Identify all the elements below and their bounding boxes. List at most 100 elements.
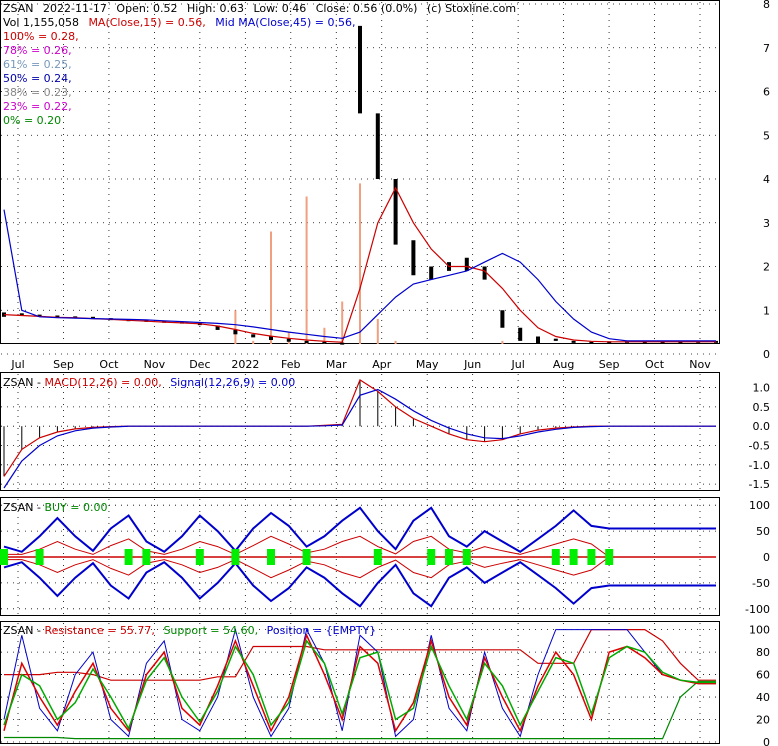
buy-marker: [142, 549, 151, 565]
position-tick-label: 100: [749, 624, 770, 637]
buy-marker: [373, 549, 382, 565]
resistance-label: Resistance = 55.77,: [44, 624, 154, 637]
month-tick-label: Jul: [10, 358, 24, 371]
month-tick-label: Oct: [99, 358, 119, 371]
buy-marker: [605, 549, 614, 565]
price-candle: [589, 341, 594, 344]
macd-tick-label: -0.5: [749, 440, 770, 453]
buy-ticker: ZSAN -: [3, 501, 44, 514]
fib-label: 61% = 0.25,: [3, 58, 72, 71]
price-tick-label: 4: [763, 173, 770, 186]
month-tick-label: Nov: [689, 358, 711, 371]
price-candle: [518, 327, 523, 341]
position-marks: [3, 627, 716, 740]
header-open: Open: 0.52: [116, 2, 177, 15]
position-panel-frame: [0, 621, 720, 744]
volume-bar: [305, 196, 308, 344]
price-candle: [571, 340, 576, 343]
price-candle: [500, 310, 505, 328]
buy-marker: [569, 549, 578, 565]
price-tick-label: 7: [763, 42, 770, 55]
price-tick-label: 8: [763, 0, 770, 11]
volume-bar: [270, 231, 272, 344]
price-tick-label: 1: [763, 304, 770, 317]
header-date: 2022-11-17: [43, 2, 107, 15]
macd-tick-label: -1.5: [749, 478, 770, 491]
buy-tick-label: 0: [763, 551, 770, 564]
volume-bar: [359, 183, 361, 344]
buy-marks: [0, 506, 716, 608]
position-tick-label: 60: [756, 669, 770, 682]
stock-chart: Jul Sep Oct Nov Dec 2022 Feb Mar Apr May Jun Jul Aug…: [0, 0, 771, 746]
price-candle: [375, 113, 380, 179]
header-volume: Vol 1,155,058: [3, 16, 79, 29]
position-tick-label: 40: [756, 691, 770, 704]
price-candle: [358, 25, 362, 114]
volume-bar: [234, 310, 237, 344]
price-candle: [411, 240, 416, 276]
month-tick-label: Feb: [281, 358, 300, 371]
macd-tick-label: 0.5: [753, 401, 771, 414]
fib-label: 78% = 0.26,: [3, 44, 72, 57]
header-low: Low: 0.46: [253, 2, 306, 15]
position-tick-label: 80: [756, 646, 770, 659]
price-candle: [251, 334, 256, 338]
buy-marker: [124, 549, 133, 565]
fib-labels: 100% = 0.28,78% = 0.26,61% = 0.25,50% = …: [3, 30, 79, 127]
price-tick-label: 0: [763, 348, 770, 361]
buy-marker: [231, 549, 240, 565]
header-ma-mid: Mid MA(Close,45) = 0.56,: [215, 16, 355, 29]
buy-tick-label: 100: [749, 499, 770, 512]
position-ticker: ZSAN -: [3, 624, 44, 637]
buy-marker: [35, 549, 44, 565]
volume-bars: [234, 183, 504, 344]
buy-marker: [445, 549, 453, 565]
price-header-line2: Vol 1,155,058 MA(Close,15) = 0.56, Mid M…: [3, 16, 356, 29]
month-tick-label: 2022: [231, 358, 259, 371]
fib-label: 23% = 0.22,: [3, 100, 72, 113]
price-candle: [553, 338, 558, 341]
price-candle: [233, 329, 238, 335]
support-label: Support = 54.60,: [163, 624, 258, 637]
header-close: Close: 0.56 (0.0%): [316, 2, 418, 15]
header-ticker: ZSAN: [3, 2, 33, 15]
buy-marker: [302, 549, 311, 565]
buy-label: BUY = 0.00: [44, 501, 107, 514]
buy-marker: [462, 549, 471, 565]
month-tick-label: Aug: [553, 358, 574, 371]
position-label: Position = {EMPTY}: [267, 624, 377, 637]
price-tick-label: 6: [763, 86, 770, 99]
month-tick-label: Jul: [510, 358, 524, 371]
price-candle: [269, 336, 273, 340]
macd-marks: [3, 379, 716, 489]
buy-marker: [195, 549, 204, 565]
month-tick-label: Jun: [463, 358, 481, 371]
macd-tick-label: 0.0: [753, 420, 771, 433]
month-tick-label: Dec: [189, 358, 210, 371]
volume-bar: [376, 319, 379, 344]
buy-marker: [427, 549, 436, 565]
price-tick-label: 3: [763, 217, 770, 230]
position-header: ZSAN - Resistance = 55.77, Support = 54.…: [3, 624, 376, 637]
month-tick-label: Oct: [645, 358, 665, 371]
buy-marker: [267, 549, 275, 565]
fib-label: 50% = 0.24,: [3, 72, 72, 85]
volume-bar: [394, 340, 397, 344]
position-tick-label: 20: [756, 714, 770, 727]
price-candle: [322, 341, 327, 344]
macd-tick-label: -1.0: [749, 459, 770, 472]
price-tick-label: 2: [763, 261, 770, 274]
header-source: (c) Stoxline.com: [427, 2, 516, 15]
buy-tick-label: 50: [756, 525, 770, 538]
month-tick-label: Sep: [599, 358, 620, 371]
price-candle: [286, 338, 291, 342]
price-candle: [304, 340, 309, 344]
price-tick-label: 5: [763, 129, 770, 142]
header-ma-short: MA(Close,15) = 0.56,: [88, 16, 205, 29]
buy-header: ZSAN - BUY = 0.00: [3, 501, 107, 514]
volume-bar: [252, 340, 255, 344]
month-tick-label: Sep: [53, 358, 74, 371]
price-candle: [429, 266, 434, 280]
buy-tick-label: -100: [745, 603, 770, 616]
price-candle: [340, 342, 345, 345]
